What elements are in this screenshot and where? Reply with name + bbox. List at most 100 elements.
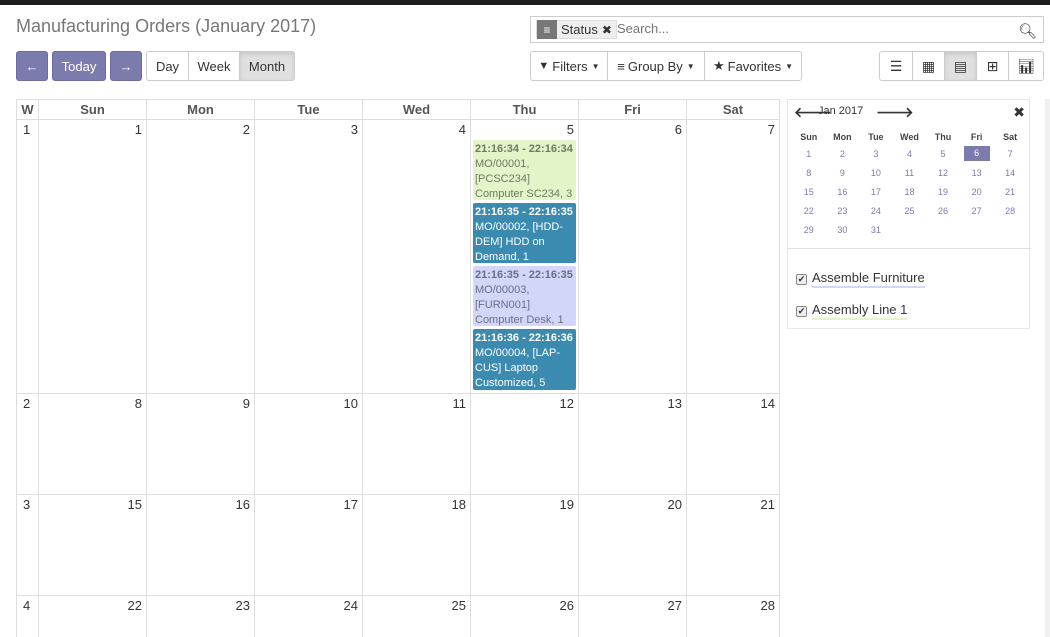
mini-day[interactable]: 22: [792, 201, 826, 220]
day-cell[interactable]: 5 21:16:34 - 22:16:34 MO/00001, [PCSC234…: [470, 119, 579, 394]
day-cell[interactable]: 1: [38, 119, 147, 394]
calendar-event[interactable]: 21:16:34 - 22:16:34 MO/00001, [PCSC234] …: [473, 140, 576, 200]
day-cell[interactable]: 26: [470, 595, 579, 637]
group-by-button[interactable]: ≡ Group By ▼: [607, 51, 705, 81]
favorites-button[interactable]: ★ Favorites ▼: [704, 51, 802, 81]
day-cell[interactable]: 13: [578, 393, 687, 495]
search-icon[interactable]: 🔍︎: [1018, 22, 1037, 40]
checkbox-checked-icon[interactable]: ✔: [796, 305, 807, 317]
day-cell[interactable]: 24: [254, 595, 363, 637]
mini-day[interactable]: 1: [792, 144, 826, 163]
mini-day[interactable]: 2: [826, 144, 860, 163]
day-cell[interactable]: 20: [578, 494, 687, 596]
day-cell[interactable]: 18: [362, 494, 471, 596]
day-cell[interactable]: 15: [38, 494, 147, 596]
mini-day[interactable]: 18: [893, 182, 927, 201]
day-cell[interactable]: 11: [362, 393, 471, 495]
week-scale-button[interactable]: Week: [188, 51, 240, 81]
kanban-view-icon[interactable]: ▦: [912, 51, 945, 81]
mini-day[interactable]: 21: [993, 182, 1027, 201]
list-view-icon[interactable]: ☰: [879, 51, 913, 81]
mini-day[interactable]: 11: [893, 163, 927, 182]
day-cell[interactable]: 17: [254, 494, 363, 596]
close-icon[interactable]: ✖: [1013, 104, 1025, 121]
mini-day[interactable]: 19: [926, 182, 960, 201]
day-number: 18: [451, 497, 466, 512]
day-cell[interactable]: 27: [578, 595, 687, 637]
mini-day[interactable]: 28: [993, 201, 1027, 220]
day-cell[interactable]: 2: [146, 119, 255, 394]
checkbox-checked-icon[interactable]: ✔: [796, 273, 807, 285]
mini-day[interactable]: 31: [859, 220, 893, 239]
mini-calendar: Sun Mon Tue Wed Thu Fri Sat 1 2 3 4 5 6 7 8 9 10 11 12 13 1…: [792, 130, 1027, 239]
mini-day[interactable]: 27: [960, 201, 994, 220]
pivot-view-icon[interactable]: ⊞: [976, 51, 1009, 81]
mini-day[interactable]: 16: [826, 182, 860, 201]
day-cell[interactable]: 3: [254, 119, 363, 394]
day-cell[interactable]: 23: [146, 595, 255, 637]
next-button[interactable]: →: [110, 51, 142, 81]
month-scale-button[interactable]: Month: [239, 51, 295, 81]
status-facet[interactable]: ≡ Status ✖: [536, 20, 617, 39]
day-number: 26: [559, 598, 574, 613]
today-button[interactable]: Today: [52, 51, 106, 81]
day-cell[interactable]: 8: [38, 393, 147, 495]
mini-day[interactable]: 4: [893, 144, 927, 163]
day-number: 7: [767, 122, 775, 137]
day-cell[interactable]: 7: [686, 119, 780, 394]
page-title: Manufacturing Orders (January 2017): [16, 16, 317, 36]
mini-day[interactable]: 5: [926, 144, 960, 163]
calendar-event[interactable]: 21:16:36 - 22:16:36 MO/00004, [LAP-CUS] …: [473, 329, 576, 390]
day-cell[interactable]: 14: [686, 393, 780, 495]
graph-view-icon[interactable]: 📊︎: [1008, 51, 1044, 81]
day-cell[interactable]: 19: [470, 494, 579, 596]
mini-day[interactable]: 8: [792, 163, 826, 182]
prev-button[interactable]: ←: [16, 51, 48, 81]
day-cell[interactable]: 16: [146, 494, 255, 596]
mini-day[interactable]: 9: [826, 163, 860, 182]
filters-button[interactable]: ▼ Filters ▼: [530, 51, 608, 81]
day-scale-button[interactable]: Day: [146, 51, 189, 81]
day-cell[interactable]: 10: [254, 393, 363, 495]
search-input[interactable]: [617, 21, 997, 36]
day-cell[interactable]: 9: [146, 393, 255, 495]
filter-assemble-furniture[interactable]: ✔ Assemble Furniture: [796, 270, 925, 288]
mini-day[interactable]: 25: [893, 201, 927, 220]
day-number: 12: [559, 396, 574, 411]
mini-day[interactable]: 30: [826, 220, 860, 239]
search-bar[interactable]: ≡ Status ✖ 🔍︎: [530, 16, 1044, 43]
weekday-header: Mon: [146, 99, 255, 120]
mini-day[interactable]: 14: [993, 163, 1027, 182]
day-cell[interactable]: 25: [362, 595, 471, 637]
mini-day[interactable]: 6: [960, 144, 994, 163]
mini-day[interactable]: 26: [926, 201, 960, 220]
calendar-event[interactable]: 21:16:35 - 22:16:35 MO/00002, [HDD-DEM] …: [473, 203, 576, 263]
calendar-view-icon[interactable]: ▤: [944, 51, 977, 81]
calendar-event[interactable]: 21:16:35 - 22:16:35 MO/00003, [FURN001] …: [473, 266, 576, 326]
day-cell[interactable]: 21: [686, 494, 780, 596]
day-number: 3: [350, 122, 358, 137]
mini-day: [926, 220, 960, 239]
day-cell[interactable]: 12: [470, 393, 579, 495]
mini-next-month-icon[interactable]: 🡒: [876, 104, 914, 121]
mini-day[interactable]: 29: [792, 220, 826, 239]
event-time: 21:16:34 - 22:16:34: [475, 143, 573, 155]
scrollbar[interactable]: [1045, 99, 1050, 637]
mini-day[interactable]: 13: [960, 163, 994, 182]
mini-day[interactable]: 10: [859, 163, 893, 182]
mini-day[interactable]: 3: [859, 144, 893, 163]
day-cell[interactable]: 6: [578, 119, 687, 394]
mini-day[interactable]: 20: [960, 182, 994, 201]
mini-day[interactable]: 17: [859, 182, 893, 201]
mini-day[interactable]: 24: [859, 201, 893, 220]
day-cell[interactable]: 28: [686, 595, 780, 637]
mini-day[interactable]: 23: [826, 201, 860, 220]
mini-day[interactable]: 12: [926, 163, 960, 182]
remove-facet-icon[interactable]: ✖: [602, 23, 612, 37]
filter-assembly-line-1[interactable]: ✔ Assembly Line 1: [796, 302, 908, 320]
mini-day[interactable]: 7: [993, 144, 1027, 163]
day-cell[interactable]: 4: [362, 119, 471, 394]
mini-day[interactable]: 15: [792, 182, 826, 201]
day-cell[interactable]: 22: [38, 595, 147, 637]
week-number-header: W: [16, 99, 39, 120]
